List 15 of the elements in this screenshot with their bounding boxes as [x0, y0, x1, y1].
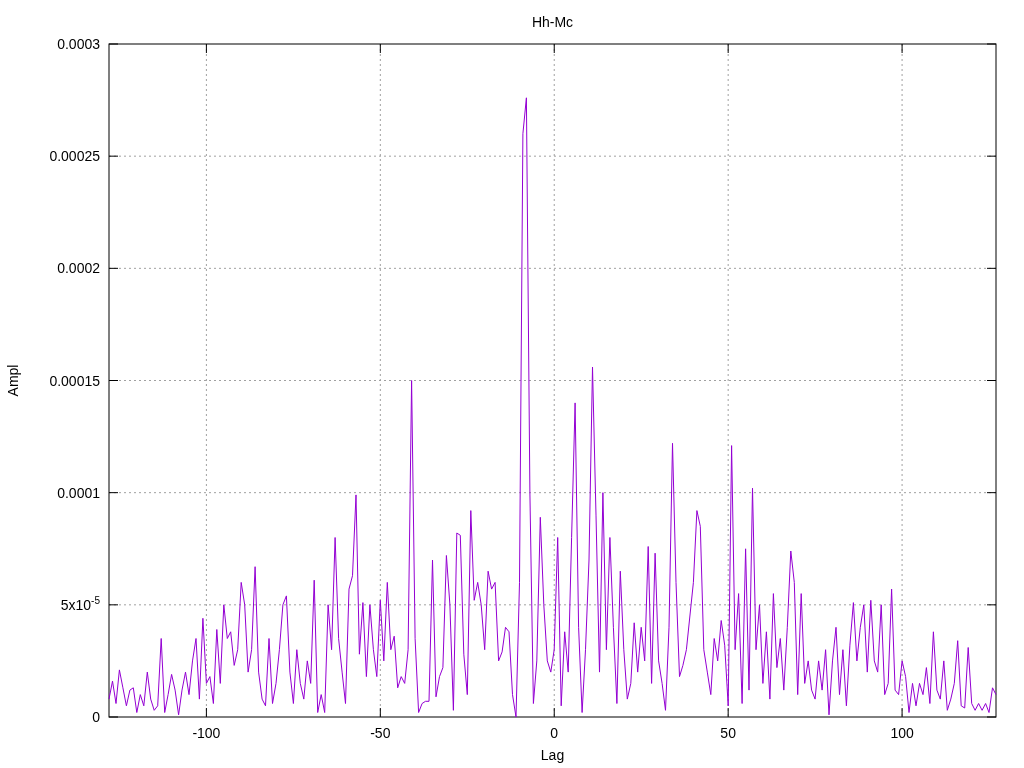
tick-label: -50 [370, 725, 391, 741]
tick-label: 0 [550, 725, 559, 741]
chart-title: Hh-Mc [531, 14, 574, 30]
tick-label: 5x10$^{-5}$ [60, 594, 100, 613]
tick-label: 0.00015 [49, 372, 100, 389]
tick-label: 0.00025 [49, 148, 100, 165]
axis-label: Ampl [5, 364, 21, 397]
tick-label: 0.0002 [57, 260, 100, 277]
tick-label: 100 [890, 725, 914, 741]
axis-label: Lag [540, 747, 565, 763]
tick-label: 50 [720, 725, 736, 741]
tick-label: 0 [92, 709, 100, 725]
tick-label: 0.0003 [57, 36, 100, 52]
tick-label: 0.0001 [57, 484, 100, 501]
tick-label: -100 [192, 725, 221, 741]
